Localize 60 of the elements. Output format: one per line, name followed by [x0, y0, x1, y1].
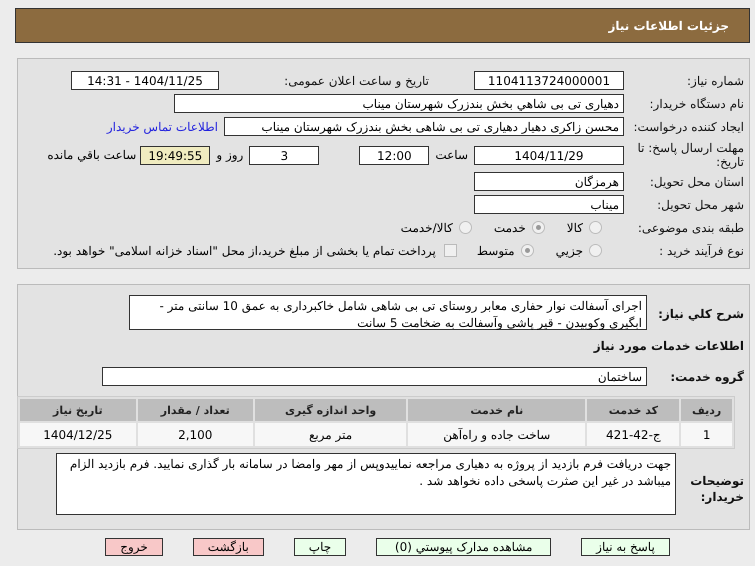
action-button[interactable]: چاپ [294, 538, 346, 556]
table-cell: متر مربع [254, 423, 406, 446]
table-cell: 1 [681, 423, 732, 446]
radio-button[interactable] [458, 221, 472, 234]
city-field: میناب [474, 195, 624, 214]
province-field: هرمزگان [474, 172, 624, 191]
days-field: 3 [249, 146, 320, 164]
action-button[interactable]: خروج [105, 538, 163, 556]
action-button[interactable]: بازگشت [192, 538, 264, 556]
column-header: تاریخ نیاز [20, 399, 136, 421]
column-header: تعداد / مقدار [138, 399, 253, 421]
field-label: شرح کلي نیاز: [657, 306, 745, 321]
field-label: تاریخ و ساعت اعلان عمومی: [283, 74, 430, 88]
announce-date-field: 1404/11/25 - 14:31 [71, 71, 219, 90]
radio-button[interactable] [589, 244, 602, 257]
deadline-time-field: 12:00 [359, 146, 430, 164]
radio-button[interactable] [532, 221, 545, 234]
remaining-label: ساعت باقي مانده [47, 148, 136, 162]
field-label: توضیحات خریدار: [689, 473, 745, 505]
radio-button[interactable] [589, 221, 602, 234]
table-cell: 2,100 [138, 423, 253, 446]
section-title: اطلاعات خدمات مورد نیاز [592, 338, 745, 352]
action-button[interactable]: پاسخ به نیاز [581, 538, 670, 556]
days-label: روز و [216, 148, 244, 162]
field-label: نوع فرآیند خرید : [658, 244, 745, 258]
need-number-field: 1104113724000001 [474, 71, 624, 90]
table-cell: ج-42-421 [587, 423, 680, 446]
buyer-field: دهیاری تی بی شاهي بخش بندزرک شهرستان میناب [174, 94, 624, 113]
field-label: ایجاد کننده درخواست: [632, 120, 745, 134]
radio-label: کالا [566, 220, 583, 234]
field-label: مهلت ارسال پاسخ: تا تاریخ: [636, 141, 745, 169]
column-header: نام خدمت [408, 399, 586, 421]
action-button[interactable]: مشاهده مدارک پیوستي (0) [376, 538, 552, 556]
payment-note: پرداخت تمام یا بخشی از مبلغ خرید،از محل "اسناد خزانه اسلامی" خواهد بود. [53, 244, 436, 258]
radio-label: کالا/خدمت [400, 220, 453, 234]
radio-button[interactable] [520, 244, 534, 257]
buyer-contact-link[interactable]: اطلاعات تماس خریدار [106, 120, 218, 134]
column-header: کد خدمت [587, 399, 680, 421]
field-label: گروه خدمت: [669, 370, 745, 384]
column-header: ردیف [681, 399, 732, 421]
creator-field: محسن زاکری دهیار دهیاری تی بی شاهی بخش بندزرک شهرستان میناب [224, 117, 624, 136]
field-label: نام دستگاه خریدار: [648, 96, 745, 110]
table-cell: 1404/12/25 [20, 423, 136, 446]
field-label: شهر محل تحویل: [656, 198, 745, 212]
remaining-time-field: 19:49:55 [140, 146, 210, 164]
field-label: استان محل تحویل: [648, 174, 745, 188]
radio-label: خدمت [494, 220, 526, 234]
deadline-date-field: 1404/11/29 [474, 146, 624, 164]
page-title: جزئیات اطلاعات نیاز [608, 18, 729, 32]
field-label: طبقه بندی موضوعی: [636, 220, 745, 234]
radio-label: جزیي [556, 244, 583, 258]
field-label: شماره نیاز: [686, 74, 745, 88]
radio-label: متوسط [476, 244, 515, 258]
checkbox[interactable] [444, 244, 457, 257]
column-header: واحد اندازه گیری [254, 399, 406, 421]
service-group-field: ساختمان [102, 367, 647, 386]
table-cell: ساخت جاده و راه‌آهن [408, 423, 586, 446]
buyer-notes-field: جهت دریافت فرم بازدید از پروژه به دهیاری مراجعه نمایيدوپس از مهر وامضا در سامانه بار گذاری نمایید. فرم بازدید الزام میباشد در غیر این صثرت پاسخی داده نخواهد شد . [56, 453, 676, 515]
description-field: اجرای آسفالت نوار حفاری معابر روستای تی بی شاهی شامل خاکبرداری به عمق 10 سانتی متر - ابگیری وکوبیدن - قیر پاشی وآسفالت به ضخامت 5 سانت [129, 295, 647, 330]
time-label: ساعت [435, 148, 468, 162]
